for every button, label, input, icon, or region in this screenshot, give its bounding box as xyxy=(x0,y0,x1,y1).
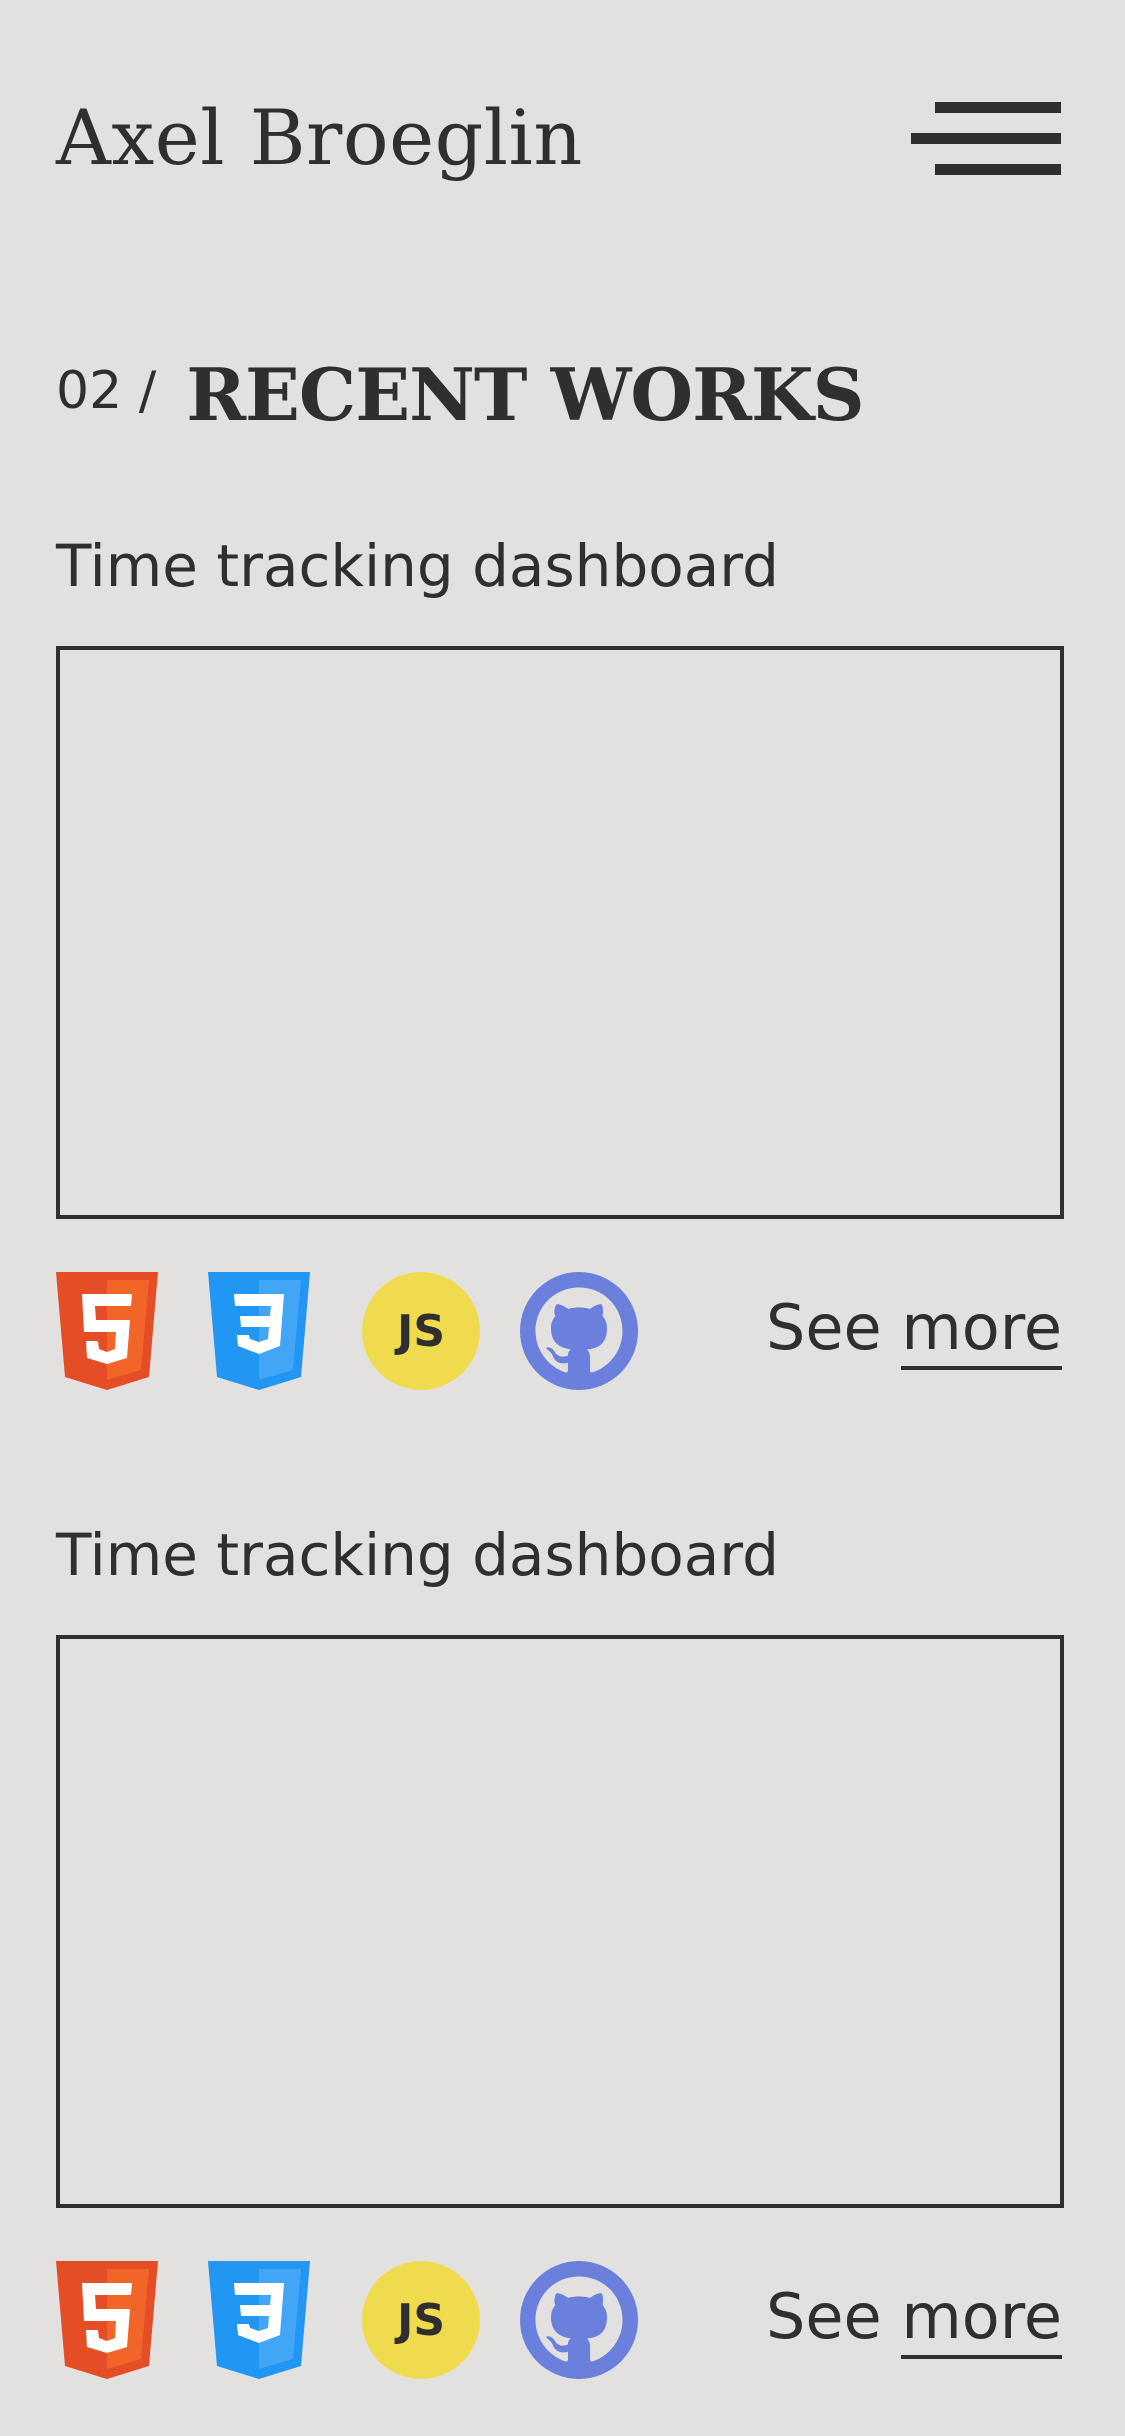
project-title: Time tracking dashboard xyxy=(56,1521,779,1589)
section-title: 02 / RECENT WORKS xyxy=(56,345,865,445)
github-icon[interactable] xyxy=(520,1272,638,1390)
project-preview[interactable] xyxy=(56,1635,1064,2208)
menu-bar xyxy=(911,133,1061,144)
css3-icon xyxy=(208,2261,326,2379)
menu-bar xyxy=(935,164,1061,175)
tech-stack: JS See more xyxy=(56,2261,1062,2383)
svg-text:JS: JS xyxy=(394,2295,445,2346)
see-label: See xyxy=(766,2280,882,2353)
svg-text:JS: JS xyxy=(394,1306,445,1357)
project-preview[interactable] xyxy=(56,646,1064,1219)
css3-icon xyxy=(208,1272,326,1390)
see-label: See xyxy=(766,1291,882,1364)
section-heading: RECENT WORKS xyxy=(186,352,864,437)
see-more-link[interactable]: See more xyxy=(766,1278,1062,1388)
hamburger-menu-icon[interactable] xyxy=(911,102,1061,182)
javascript-icon: JS xyxy=(362,1272,480,1390)
site-header: Axel Broeglin xyxy=(56,88,1061,188)
project-card: Time tracking dashboard JS See more xyxy=(56,526,1064,1390)
more-label: more xyxy=(901,2280,1062,2359)
javascript-icon: JS xyxy=(362,2261,480,2379)
site-logo[interactable]: Axel Broeglin xyxy=(56,88,583,188)
html5-icon xyxy=(56,1272,174,1390)
section-number: 02 / xyxy=(56,361,157,421)
project-card: Time tracking dashboard JS See more xyxy=(56,1515,1064,2379)
html5-icon xyxy=(56,2261,174,2379)
github-icon[interactable] xyxy=(520,2261,638,2379)
menu-bar xyxy=(935,102,1061,113)
tech-stack: JS See more xyxy=(56,1272,1062,1394)
see-more-link[interactable]: See more xyxy=(766,2267,1062,2377)
more-label: more xyxy=(901,1291,1062,1370)
project-title: Time tracking dashboard xyxy=(56,532,779,600)
